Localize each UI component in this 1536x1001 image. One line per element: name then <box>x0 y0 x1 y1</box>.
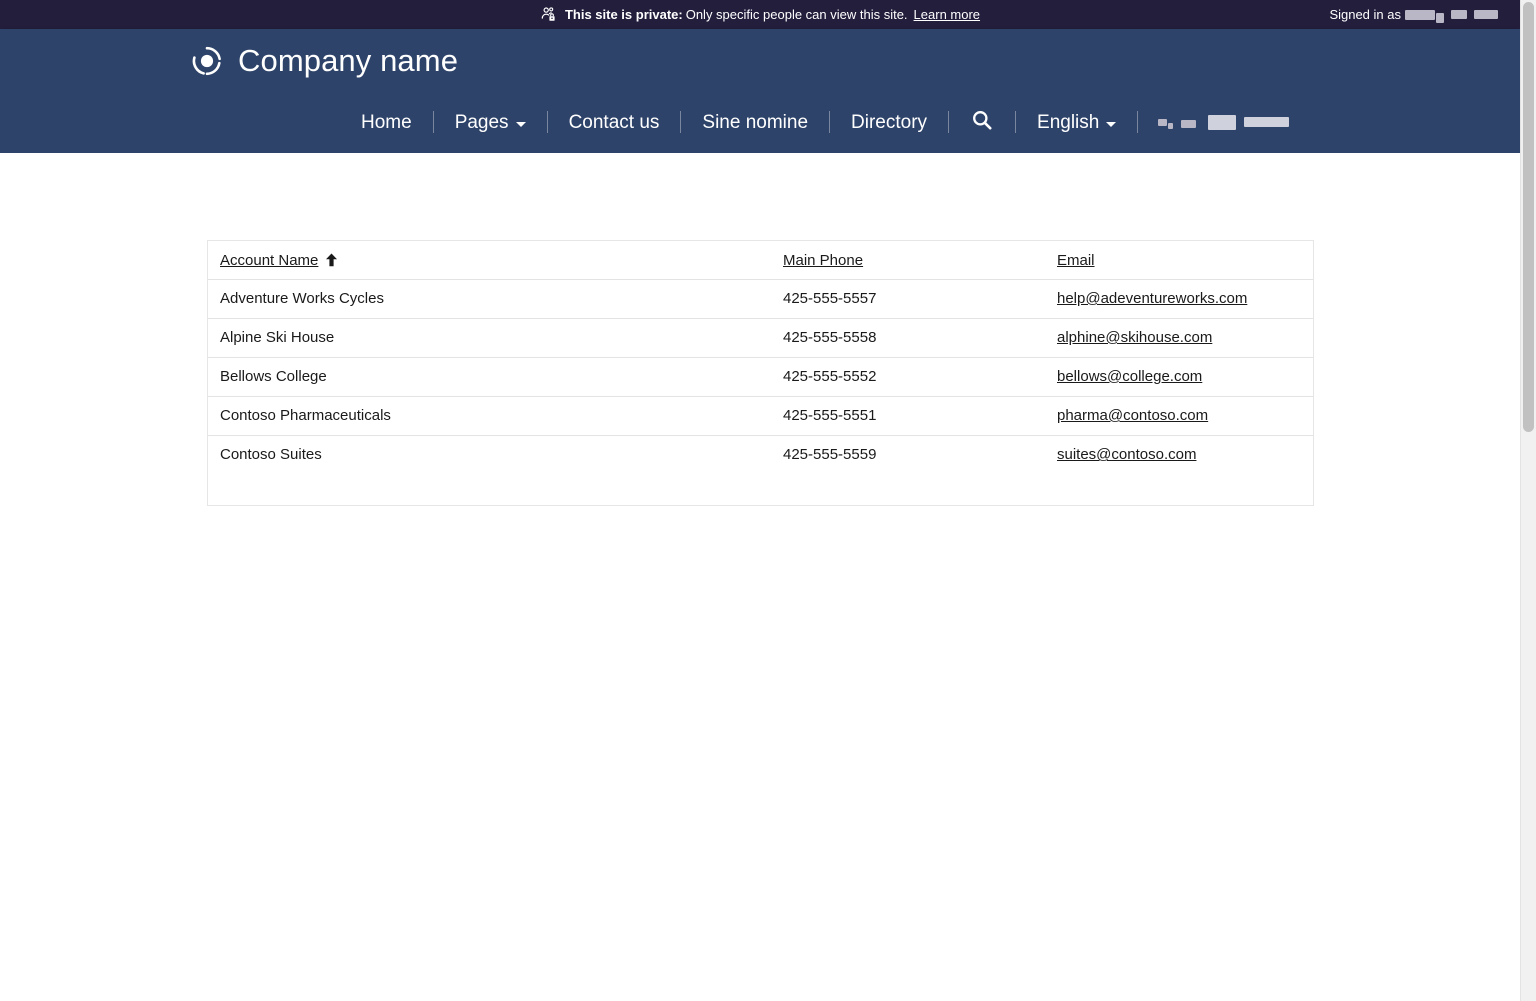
privacy-message-group: This site is private: Only specific peop… <box>540 6 980 24</box>
column-header-email-label: Email <box>1057 252 1095 269</box>
cell-email: bellows@college.com <box>1045 357 1313 396</box>
table-row[interactable]: Contoso Pharmaceuticals 425-555-5551 pha… <box>208 396 1313 435</box>
nav-item-home-label: Home <box>361 113 412 132</box>
cell-main-phone: 425-555-5557 <box>771 279 1045 318</box>
main-navigation: Home Pages Contact us Sine nomine Direct… <box>340 101 1309 143</box>
table-row[interactable]: Bellows College 425-555-5552 bellows@col… <box>208 357 1313 396</box>
account-redacted-2 <box>1168 123 1173 129</box>
cell-account-name: Alpine Ski House <box>208 318 771 357</box>
nav-separator <box>1015 111 1016 133</box>
signed-in-label: Signed in as <box>1329 7 1401 22</box>
column-header-main-phone-label: Main Phone <box>783 252 863 269</box>
cell-main-phone: 425-555-5559 <box>771 435 1045 474</box>
signed-in-user-redacted <box>1405 10 1435 20</box>
chevron-down-icon <box>1106 122 1116 127</box>
signed-in-user-redacted-2 <box>1436 13 1444 23</box>
signed-in-status[interactable]: Signed in as <box>1329 0 1498 29</box>
chevron-down-icon <box>516 122 526 127</box>
nav-item-sine-nomine[interactable]: Sine nomine <box>681 113 829 132</box>
page-root: This site is private: Only specific peop… <box>0 0 1536 1001</box>
page-scrollbar[interactable] <box>1520 0 1536 1001</box>
nav-separator <box>829 111 830 133</box>
nav-item-language-label: English <box>1037 113 1099 132</box>
cell-email: pharma@contoso.com <box>1045 396 1313 435</box>
cell-main-phone: 425-555-5558 <box>771 318 1045 357</box>
signed-in-user-redacted-3 <box>1451 10 1467 19</box>
column-header-main-phone-link[interactable]: Main Phone <box>783 252 863 269</box>
email-link[interactable]: bellows@college.com <box>1057 368 1202 385</box>
page-scrollbar-thumb[interactable] <box>1523 2 1534 432</box>
nav-separator <box>680 111 681 133</box>
email-link[interactable]: alphine@skihouse.com <box>1057 329 1212 346</box>
ring-dot-logo-icon <box>192 46 222 76</box>
cell-account-name: Adventure Works Cycles <box>208 279 771 318</box>
nav-item-contact-us[interactable]: Contact us <box>548 113 681 132</box>
directory-table-head: Account Name Main Phone <box>208 241 1313 279</box>
cell-main-phone: 425-555-5551 <box>771 396 1045 435</box>
email-link[interactable]: suites@contoso.com <box>1057 446 1196 463</box>
account-redacted-4 <box>1208 115 1236 130</box>
people-lock-icon <box>540 6 558 24</box>
table-footer-spacer <box>208 474 1313 505</box>
cell-account-name: Contoso Pharmaceuticals <box>208 396 771 435</box>
privacy-learn-more-link[interactable]: Learn more <box>914 7 980 22</box>
cell-account-name: Contoso Suites <box>208 435 771 474</box>
main-content: Account Name Main Phone <box>0 153 1520 1001</box>
nav-item-directory-label: Directory <box>851 113 927 132</box>
column-header-account-name-link[interactable]: Account Name <box>220 252 338 270</box>
signed-in-user-redacted-4 <box>1474 10 1498 19</box>
privacy-strong-label: This site is private: <box>565 7 683 22</box>
email-link[interactable]: help@adeventureworks.com <box>1057 290 1247 307</box>
account-redacted-3 <box>1181 120 1196 128</box>
nav-item-pages[interactable]: Pages <box>434 113 547 132</box>
nav-separator <box>433 111 434 133</box>
table-row[interactable]: Adventure Works Cycles 425-555-5557 help… <box>208 279 1313 318</box>
nav-separator <box>948 111 949 133</box>
nav-item-language-english[interactable]: English <box>1016 113 1137 132</box>
nav-item-directory[interactable]: Directory <box>830 113 948 132</box>
column-header-main-phone[interactable]: Main Phone <box>771 241 1045 279</box>
nav-separator <box>547 111 548 133</box>
search-icon <box>971 109 993 136</box>
nav-search-button[interactable] <box>949 109 1015 136</box>
directory-table-container: Account Name Main Phone <box>207 240 1314 506</box>
nav-item-contact-us-label: Contact us <box>569 113 660 132</box>
brand-home-link[interactable]: Company name <box>192 45 458 76</box>
cell-main-phone: 425-555-5552 <box>771 357 1045 396</box>
nav-account-menu[interactable] <box>1138 115 1309 130</box>
site-privacy-banner: This site is private: Only specific peop… <box>0 0 1520 29</box>
table-header-row: Account Name Main Phone <box>208 241 1313 279</box>
email-link[interactable]: pharma@contoso.com <box>1057 407 1208 424</box>
site-header: Company name Home Pages Contact us Sine … <box>0 29 1520 153</box>
directory-table: Account Name Main Phone <box>208 241 1313 505</box>
cell-email: alphine@skihouse.com <box>1045 318 1313 357</box>
account-redacted-1 <box>1158 119 1167 126</box>
column-header-email[interactable]: Email <box>1045 241 1313 279</box>
brand-name: Company name <box>238 45 458 76</box>
nav-item-home[interactable]: Home <box>340 113 433 132</box>
cell-account-name: Bellows College <box>208 357 771 396</box>
arrow-up-icon <box>325 253 338 271</box>
column-header-account-name[interactable]: Account Name <box>208 241 771 279</box>
nav-item-pages-label: Pages <box>455 113 509 132</box>
privacy-message-text: Only specific people can view this site. <box>686 7 908 22</box>
nav-item-sine-nomine-label: Sine nomine <box>702 113 808 132</box>
table-row[interactable]: Contoso Suites 425-555-5559 suites@conto… <box>208 435 1313 474</box>
column-header-account-name-label: Account Name <box>220 252 318 269</box>
nav-separator <box>1137 111 1138 133</box>
column-header-email-link[interactable]: Email <box>1057 252 1095 269</box>
cell-email: help@adeventureworks.com <box>1045 279 1313 318</box>
cell-email: suites@contoso.com <box>1045 435 1313 474</box>
account-redacted-5 <box>1244 117 1289 127</box>
directory-table-body: Adventure Works Cycles 425-555-5557 help… <box>208 279 1313 505</box>
table-row[interactable]: Alpine Ski House 425-555-5558 alphine@sk… <box>208 318 1313 357</box>
